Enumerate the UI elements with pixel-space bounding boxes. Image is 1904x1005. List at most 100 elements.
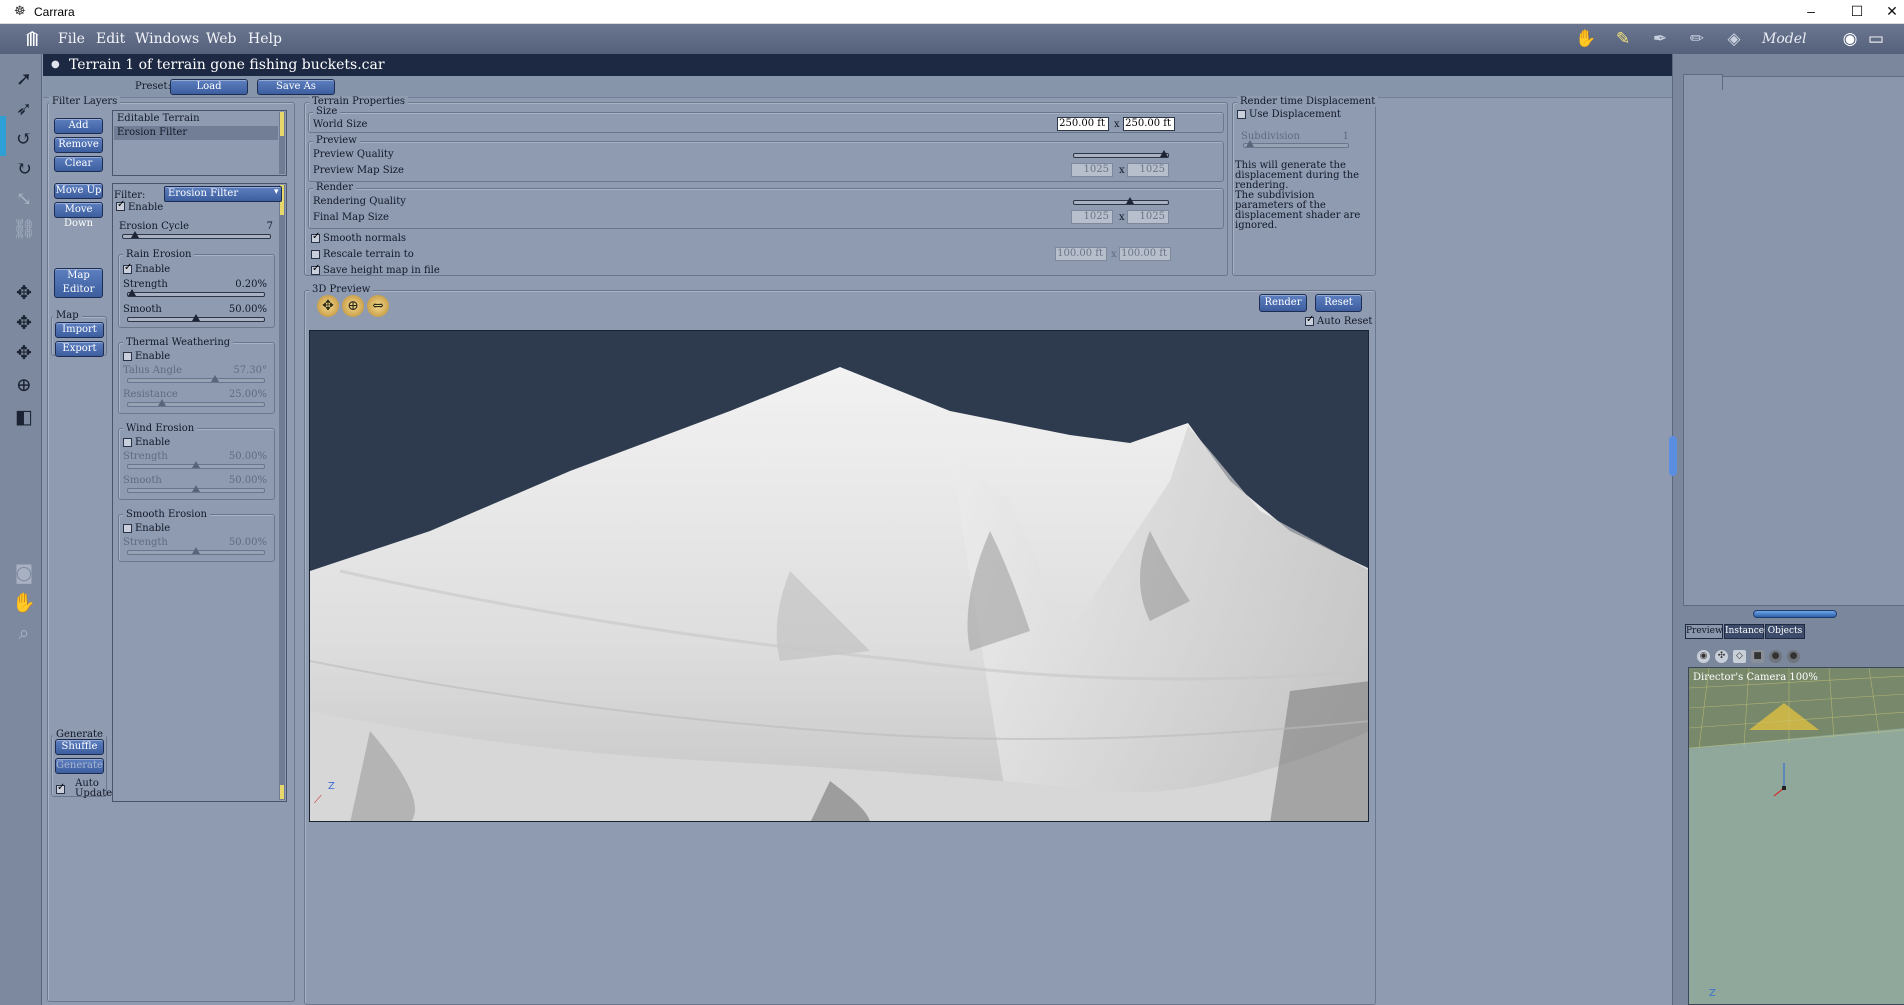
load-preset-button[interactable]: Load [170, 79, 248, 95]
minimize-button[interactable]: – [1788, 0, 1834, 24]
shuffle-button[interactable]: Shuffle [55, 739, 104, 755]
rescale-height-field[interactable]: 100.00 ft [1119, 247, 1171, 261]
slider-knob[interactable] [211, 375, 220, 382]
slider-knob[interactable] [130, 231, 139, 238]
zoom-icon[interactable]: ⌕ [10, 620, 38, 646]
rain-strength-slider[interactable] [127, 289, 265, 297]
list-item[interactable]: Editable Terrain [114, 112, 278, 126]
wireframe-cube-icon[interactable]: ◇ [1733, 650, 1746, 663]
filter-enable-checkbox[interactable] [116, 199, 125, 211]
export-map-button[interactable]: Export [55, 341, 104, 357]
menu-file[interactable]: File [58, 31, 85, 47]
panel-splitter[interactable] [1753, 610, 1837, 618]
direct-selection-icon[interactable]: ➶ [10, 96, 38, 122]
move-yz-icon[interactable]: ✥ [10, 340, 38, 366]
wind-smooth-slider[interactable] [127, 485, 265, 493]
filter-layer-list[interactable]: Editable Terrain Erosion Filter [112, 110, 287, 176]
use-displacement-checkbox[interactable] [1237, 110, 1246, 119]
slider-knob[interactable] [128, 289, 136, 296]
slider-knob[interactable] [192, 547, 200, 554]
maximize-button[interactable]: ☐ [1834, 0, 1880, 24]
tab-preview[interactable]: Preview [1685, 624, 1723, 639]
preview-quality-slider[interactable] [1073, 150, 1169, 158]
scrollbar-thumb[interactable] [280, 112, 284, 136]
smooth-erosion-strength-slider[interactable] [127, 547, 265, 555]
smooth-normals-checkbox[interactable] [311, 231, 320, 243]
thermal-enable-checkbox[interactable] [123, 352, 132, 361]
rotate-camera-icon[interactable]: ⊕ [342, 295, 364, 317]
filter-settings-scrollbar[interactable] [279, 185, 285, 800]
trackball-icon[interactable]: ⊕ [10, 372, 38, 398]
tab-instances[interactable]: Instances [1724, 624, 1769, 639]
slider-knob[interactable] [192, 461, 200, 468]
bend-icon[interactable]: ↻ [10, 156, 38, 182]
save-as-preset-button[interactable]: Save As [257, 79, 335, 95]
rotate-icon[interactable]: ↺ [10, 126, 38, 152]
scrollbar-thumb[interactable] [280, 785, 284, 799]
view-mode-icon[interactable]: ◉ [1697, 650, 1710, 663]
list-item[interactable]: Erosion Filter [114, 126, 278, 140]
move-down-button[interactable]: Move Down [54, 202, 103, 229]
subdivision-slider[interactable] [1243, 140, 1349, 148]
slider-knob[interactable] [192, 485, 200, 492]
close-button[interactable]: ✕ [1880, 0, 1904, 24]
dolly-camera-icon[interactable]: ⇔ [367, 295, 389, 317]
menu-help[interactable]: Help [248, 31, 282, 47]
slider-knob[interactable] [1246, 140, 1254, 147]
link-icon[interactable]: ⛓ [10, 216, 38, 242]
tab-objects[interactable]: Objects [1765, 624, 1805, 639]
carrara-logo-icon[interactable]: ⟰ [24, 27, 50, 51]
menu-web[interactable]: Web [206, 31, 237, 47]
add-layer-button[interactable]: Add [54, 118, 103, 134]
pan-camera-icon[interactable]: ✥ [317, 295, 339, 317]
texture-map-icon[interactable]: ◧ [10, 404, 38, 430]
save-height-map-checkbox[interactable] [311, 263, 320, 275]
assemble-room-icon[interactable]: ✋ [1573, 29, 1599, 49]
talus-angle-slider[interactable] [127, 375, 265, 383]
slider-knob[interactable] [158, 399, 166, 406]
menu-windows[interactable]: Windows [135, 31, 199, 47]
eye-icon[interactable]: ◉ [1840, 29, 1860, 49]
map-editor-button[interactable]: Map Editor [54, 268, 103, 298]
storyboard-room-icon[interactable]: ✒ [1647, 29, 1673, 49]
resistance-slider[interactable] [127, 399, 265, 407]
render-button[interactable]: Render [1259, 294, 1307, 312]
final-map-width-field[interactable]: 1025 [1071, 210, 1113, 224]
smooth-erosion-enable-checkbox[interactable] [123, 524, 132, 533]
world-size-height-field[interactable]: 250.00 ft [1123, 117, 1175, 131]
flat-cube-icon[interactable]: ■ [1751, 650, 1764, 663]
camera-preview[interactable]: Director's Camera 100% Z [1688, 667, 1904, 1005]
wind-enable-checkbox[interactable] [123, 438, 132, 447]
rendering-quality-slider[interactable] [1073, 197, 1169, 205]
shaded-sphere-icon[interactable]: ● [1769, 650, 1782, 663]
panel-collapse-grip[interactable] [1669, 436, 1677, 476]
terrain-3d-viewport[interactable]: Z ⟋ [309, 330, 1369, 822]
window-icon[interactable]: ▭ [1866, 29, 1886, 49]
layer-list-scrollbar[interactable] [279, 112, 285, 174]
auto-update-checkbox[interactable] [56, 782, 65, 794]
auto-reset-checkbox[interactable] [1305, 314, 1314, 326]
rescale-terrain-checkbox[interactable] [311, 250, 320, 259]
render-room-icon[interactable]: ◈ [1721, 29, 1747, 49]
wind-strength-slider[interactable] [127, 461, 265, 469]
generate-button[interactable]: Generate [55, 758, 104, 774]
remove-layer-button[interactable]: Remove [54, 137, 103, 153]
clear-layers-button[interactable]: Clear [54, 156, 103, 172]
menu-edit[interactable]: Edit [96, 31, 125, 47]
model-room-icon[interactable]: ✎ [1610, 29, 1636, 49]
texture-room-icon[interactable]: ✏ [1684, 29, 1710, 49]
rain-smooth-slider[interactable] [127, 314, 265, 322]
window-dot-icon[interactable]: ● [51, 59, 60, 70]
preview-map-width-field[interactable]: 1025 [1071, 163, 1113, 177]
rain-enable-checkbox[interactable] [123, 262, 132, 274]
hand-icon[interactable]: ✋ [10, 590, 38, 616]
filter-select[interactable]: Erosion Filter [164, 186, 282, 202]
properties-tab[interactable] [1683, 74, 1723, 90]
import-map-button[interactable]: Import [55, 322, 104, 338]
selection-arrow-icon[interactable]: ➚ [10, 66, 38, 92]
erosion-cycle-slider[interactable] [122, 231, 271, 239]
slider-knob[interactable] [1160, 150, 1168, 157]
scale-icon[interactable]: ⤡ [10, 186, 38, 212]
camera-icon[interactable]: ◙ [10, 560, 38, 586]
preview-map-height-field[interactable]: 1025 [1127, 163, 1169, 177]
